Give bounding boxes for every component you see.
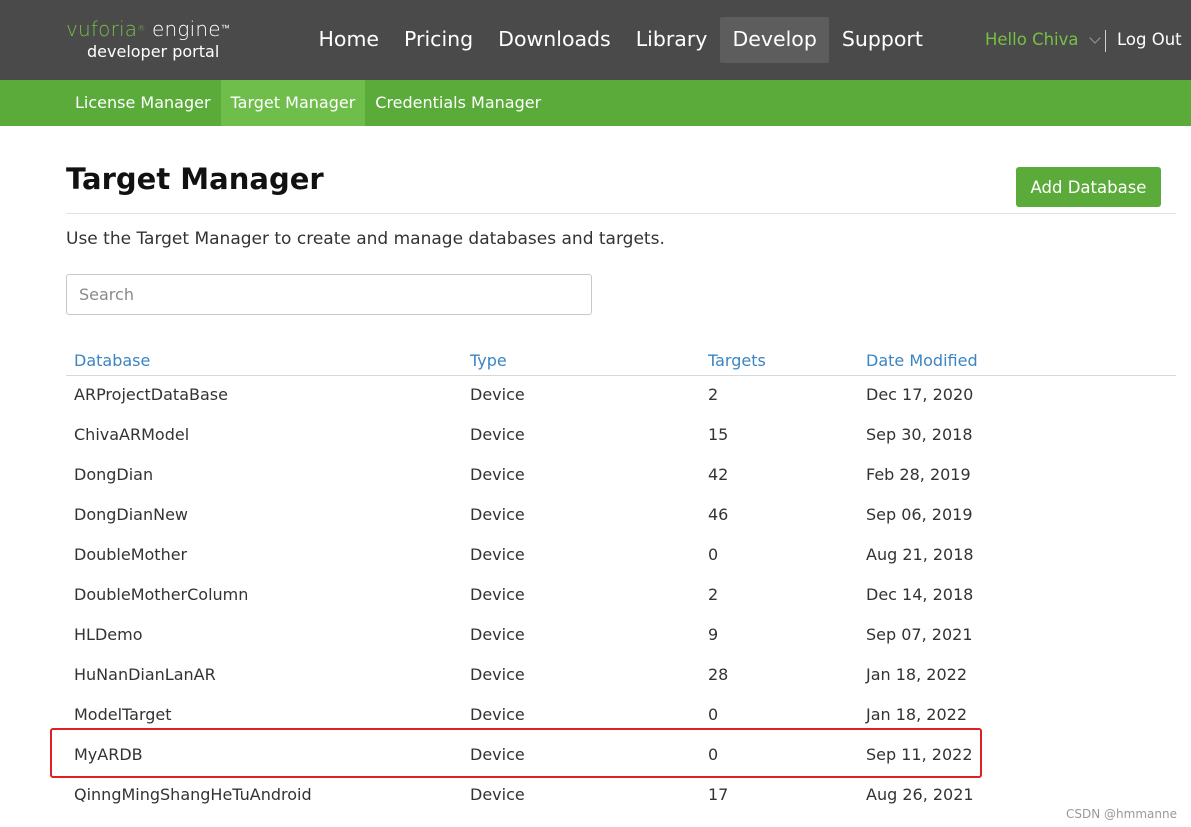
- watermark: CSDN @hmmanne: [1066, 807, 1177, 821]
- date-modified: Jan 18, 2022: [866, 665, 967, 684]
- nav-pricing[interactable]: Pricing: [392, 17, 486, 63]
- table-row[interactable]: DoubleMotherColumn Device 2 Dec 14, 2018: [66, 575, 1176, 615]
- database-name[interactable]: DoubleMother: [74, 545, 187, 564]
- top-header: vuforia® engine™ developer portal Home P…: [0, 0, 1191, 80]
- tab-credentials-manager[interactable]: Credentials Manager: [365, 80, 551, 126]
- database-name[interactable]: ARProjectDataBase: [74, 385, 228, 404]
- target-count: 15: [708, 425, 729, 444]
- logo-tm: ™: [220, 24, 230, 34]
- column-header-type[interactable]: Type: [470, 351, 507, 370]
- target-count: 0: [708, 745, 719, 764]
- target-count: 0: [708, 545, 719, 564]
- date-modified: Sep 06, 2019: [866, 505, 973, 524]
- date-modified: Sep 11, 2022: [866, 745, 973, 764]
- database-type: Device: [470, 665, 525, 684]
- header-divider: [1105, 30, 1106, 52]
- database-type: Device: [470, 545, 525, 564]
- database-type: Device: [470, 385, 525, 404]
- logout-link[interactable]: Log Out: [1117, 30, 1182, 49]
- table-row[interactable]: QinngMingShangHeTuAndroid Device 17 Aug …: [66, 775, 1176, 815]
- nav-home[interactable]: Home: [306, 17, 392, 63]
- table-header: Database Type Targets Date Modified: [66, 351, 1176, 376]
- table-row[interactable]: MyARDB Device 0 Sep 11, 2022: [66, 735, 1176, 775]
- title-divider: [66, 213, 1176, 214]
- database-name[interactable]: DoubleMotherColumn: [74, 585, 248, 604]
- user-greeting: Hello Chiva: [985, 30, 1079, 49]
- database-name[interactable]: MyARDB: [74, 745, 143, 764]
- target-count: 17: [708, 785, 729, 804]
- main-nav: Home Pricing Downloads Library Develop S…: [306, 17, 935, 63]
- logo-engine: engine: [152, 17, 221, 41]
- date-modified: Sep 07, 2021: [866, 625, 973, 644]
- tab-license-manager[interactable]: License Manager: [65, 80, 221, 126]
- search-input[interactable]: [66, 274, 592, 315]
- target-count: 0: [708, 705, 719, 724]
- target-count: 46: [708, 505, 729, 524]
- table-row[interactable]: DongDianNew Device 46 Sep 06, 2019: [66, 495, 1176, 535]
- logo-wordmark: vuforia® engine™: [66, 17, 230, 41]
- database-table: ARProjectDataBase Device 2 Dec 17, 2020 …: [66, 375, 1176, 815]
- logo-subtitle: developer portal: [87, 42, 220, 61]
- database-name[interactable]: ModelTarget: [74, 705, 172, 724]
- database-type: Device: [470, 785, 525, 804]
- chevron-down-icon: [1088, 31, 1101, 44]
- target-count: 28: [708, 665, 729, 684]
- database-name[interactable]: ChivaARModel: [74, 425, 189, 444]
- target-count: 2: [708, 585, 719, 604]
- nav-downloads[interactable]: Downloads: [486, 17, 624, 63]
- database-type: Device: [470, 705, 525, 724]
- database-name[interactable]: HLDemo: [74, 625, 142, 644]
- database-type: Device: [470, 425, 525, 444]
- date-modified: Dec 14, 2018: [866, 585, 974, 604]
- database-name[interactable]: HuNanDianLanAR: [74, 665, 216, 684]
- database-type: Device: [470, 585, 525, 604]
- table-row[interactable]: DongDian Device 42 Feb 28, 2019: [66, 455, 1176, 495]
- table-row[interactable]: ARProjectDataBase Device 2 Dec 17, 2020: [66, 375, 1176, 415]
- database-type: Device: [470, 465, 525, 484]
- table-row[interactable]: HLDemo Device 9 Sep 07, 2021: [66, 615, 1176, 655]
- column-header-database[interactable]: Database: [74, 351, 150, 370]
- vuforia-logo[interactable]: vuforia® engine™ developer portal: [66, 18, 230, 61]
- target-count: 2: [708, 385, 719, 404]
- database-name[interactable]: QinngMingShangHeTuAndroid: [74, 785, 312, 804]
- page-title: Target Manager: [66, 162, 324, 196]
- user-menu[interactable]: Hello Chiva: [985, 30, 1101, 49]
- table-row[interactable]: ModelTarget Device 0 Jan 18, 2022: [66, 695, 1176, 735]
- column-header-date-modified[interactable]: Date Modified: [866, 351, 978, 370]
- database-name[interactable]: DongDian: [74, 465, 153, 484]
- database-type: Device: [470, 505, 525, 524]
- column-header-targets[interactable]: Targets: [708, 351, 766, 370]
- nav-support[interactable]: Support: [829, 17, 935, 63]
- date-modified: Aug 26, 2021: [866, 785, 974, 804]
- date-modified: Sep 30, 2018: [866, 425, 973, 444]
- database-name[interactable]: DongDianNew: [74, 505, 188, 524]
- date-modified: Feb 28, 2019: [866, 465, 971, 484]
- tab-target-manager[interactable]: Target Manager: [220, 80, 366, 126]
- database-type: Device: [470, 745, 525, 764]
- table-row[interactable]: DoubleMother Device 0 Aug 21, 2018: [66, 535, 1176, 575]
- add-database-button[interactable]: Add Database: [1016, 167, 1161, 207]
- nav-develop[interactable]: Develop: [719, 17, 830, 63]
- date-modified: Aug 21, 2018: [866, 545, 974, 564]
- table-row[interactable]: HuNanDianLanAR Device 28 Jan 18, 2022: [66, 655, 1176, 695]
- sub-nav-bar: License Manager Target Manager Credentia…: [0, 80, 1191, 126]
- sub-nav: License Manager Target Manager Credentia…: [65, 80, 551, 126]
- date-modified: Dec 17, 2020: [866, 385, 974, 404]
- target-count: 42: [708, 465, 729, 484]
- database-type: Device: [470, 625, 525, 644]
- target-count: 9: [708, 625, 719, 644]
- nav-library[interactable]: Library: [623, 17, 720, 63]
- date-modified: Jan 18, 2022: [866, 705, 967, 724]
- logo-brand: vuforia: [66, 17, 138, 41]
- page-description: Use the Target Manager to create and man…: [66, 229, 665, 249]
- table-row[interactable]: ChivaARModel Device 15 Sep 30, 2018: [66, 415, 1176, 455]
